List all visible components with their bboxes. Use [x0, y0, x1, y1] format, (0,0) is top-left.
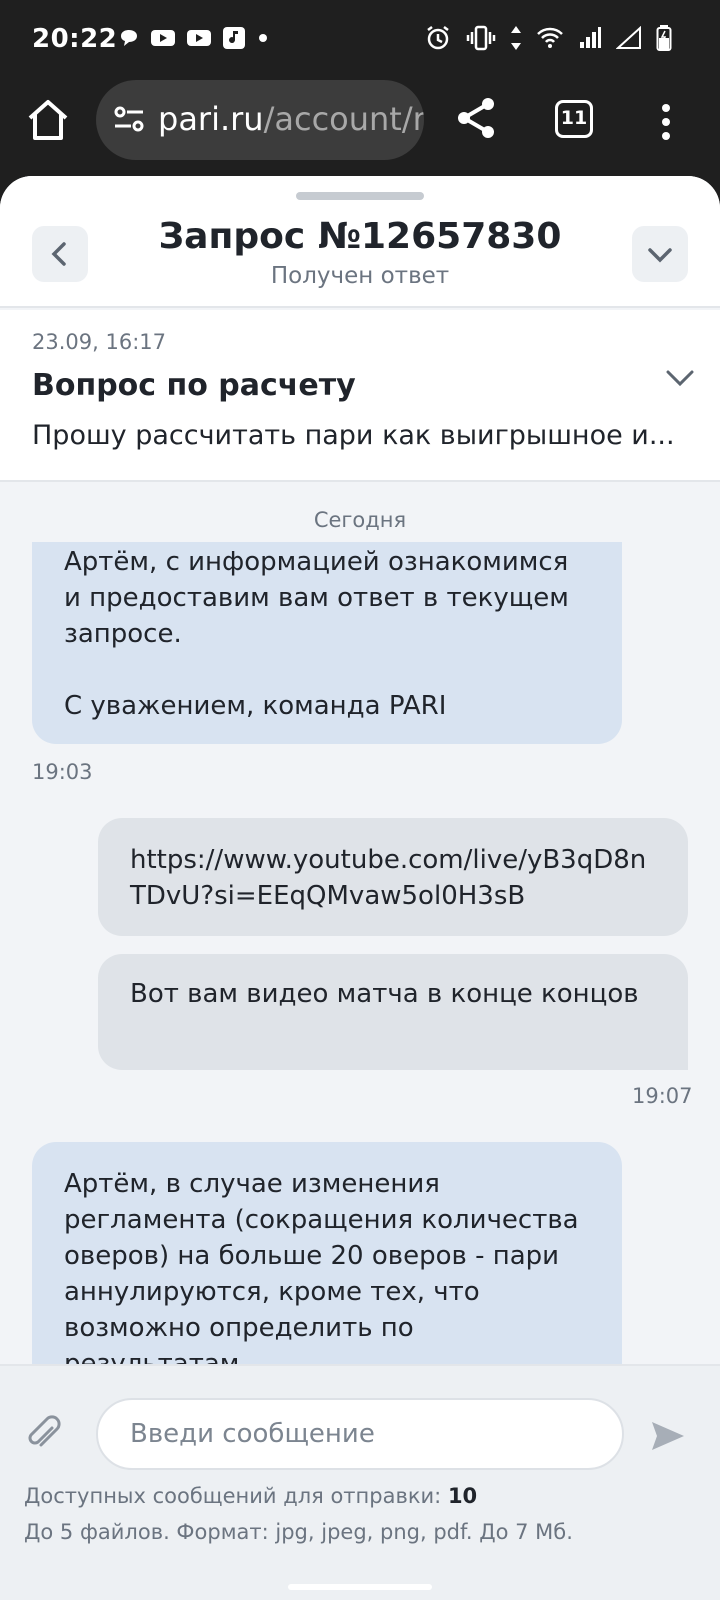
drag-handle[interactable] [296, 192, 424, 200]
url-path: /account/re [263, 100, 424, 138]
url-bar[interactable]: pari.ru/account/re [96, 80, 424, 160]
youtube-icon [187, 30, 211, 46]
message-composer: Доступных сообщений для отправки: 10 До … [0, 1364, 720, 1600]
url-host: pari.ru [158, 100, 264, 138]
message-limit: Доступных сообщений для отправки: 10 [24, 1484, 477, 1508]
request-summary[interactable]: 23.09, 16:17 Вопрос по расчету Прошу рас… [0, 310, 720, 482]
url-text: pari.ru/account/re [158, 100, 424, 138]
signal-icon [580, 27, 601, 48]
message-time: 19:03 [32, 760, 93, 784]
wifi-icon [537, 27, 563, 48]
share-icon[interactable] [452, 94, 500, 142]
outgoing-message: Вот вам видео матча в конце концов [98, 954, 688, 1070]
request-date: 23.09, 16:17 [32, 330, 166, 354]
message-limit-value: 10 [447, 1484, 478, 1508]
home-icon[interactable] [24, 96, 72, 144]
paperclip-icon[interactable] [24, 1414, 64, 1454]
status-bar: 20:22 [0, 0, 720, 80]
message-time: 19:07 [632, 1084, 693, 1108]
vibrate-icon [466, 25, 496, 51]
request-preview: Прошу рассчитать пари как выигрышное и..… [32, 420, 675, 451]
chevron-down-icon[interactable] [664, 362, 696, 394]
dot-icon [259, 34, 267, 42]
site-settings-icon[interactable] [112, 102, 146, 136]
system-icons [424, 24, 672, 52]
browser-toolbar: pari.ru/account/re 11 [0, 80, 720, 176]
message-input[interactable] [96, 1398, 624, 1470]
day-separator: Сегодня [313, 508, 407, 532]
page-title: Запрос №12657830 [158, 216, 562, 257]
chevron-down-icon [648, 248, 672, 263]
home-indicator [288, 1584, 432, 1590]
tab-switcher-button[interactable]: 11 [555, 100, 593, 138]
alarm-icon [427, 26, 449, 50]
outgoing-message[interactable]: https://www.youtube.com/live/yB3qD8nTDvU… [98, 818, 688, 936]
message-limit-label: Доступных сообщений для отправки: [24, 1484, 442, 1508]
chat-bubble-icon [121, 30, 137, 46]
send-icon[interactable] [648, 1416, 688, 1456]
chat-thread[interactable]: Сегодня Артём, с информацией ознакомимся… [0, 484, 720, 1364]
battery-icon [656, 25, 672, 51]
incoming-message: Артём, в случае изменения регламента (со… [32, 1142, 622, 1364]
file-requirements: До 5 файлов. Формат: jpg, jpeg, png, pdf… [24, 1520, 573, 1544]
incoming-message: Артём, с информацией ознакомимся и предо… [32, 542, 622, 744]
status-time: 20:22 [32, 24, 118, 54]
notification-icons [118, 26, 270, 50]
youtube-icon [151, 30, 175, 46]
collapse-button[interactable] [632, 226, 688, 282]
music-note-icon [223, 27, 245, 49]
more-menu-icon[interactable] [654, 98, 678, 146]
sheet-header: Запрос №12657830 Получен ответ [0, 176, 720, 308]
request-subject: Вопрос по расчету [32, 368, 356, 403]
signal-empty-icon [616, 26, 641, 49]
data-arrows-icon [511, 26, 521, 50]
request-sheet: Запрос №12657830 Получен ответ 23.09, 16… [0, 176, 720, 1600]
request-status: Получен ответ [270, 263, 450, 289]
